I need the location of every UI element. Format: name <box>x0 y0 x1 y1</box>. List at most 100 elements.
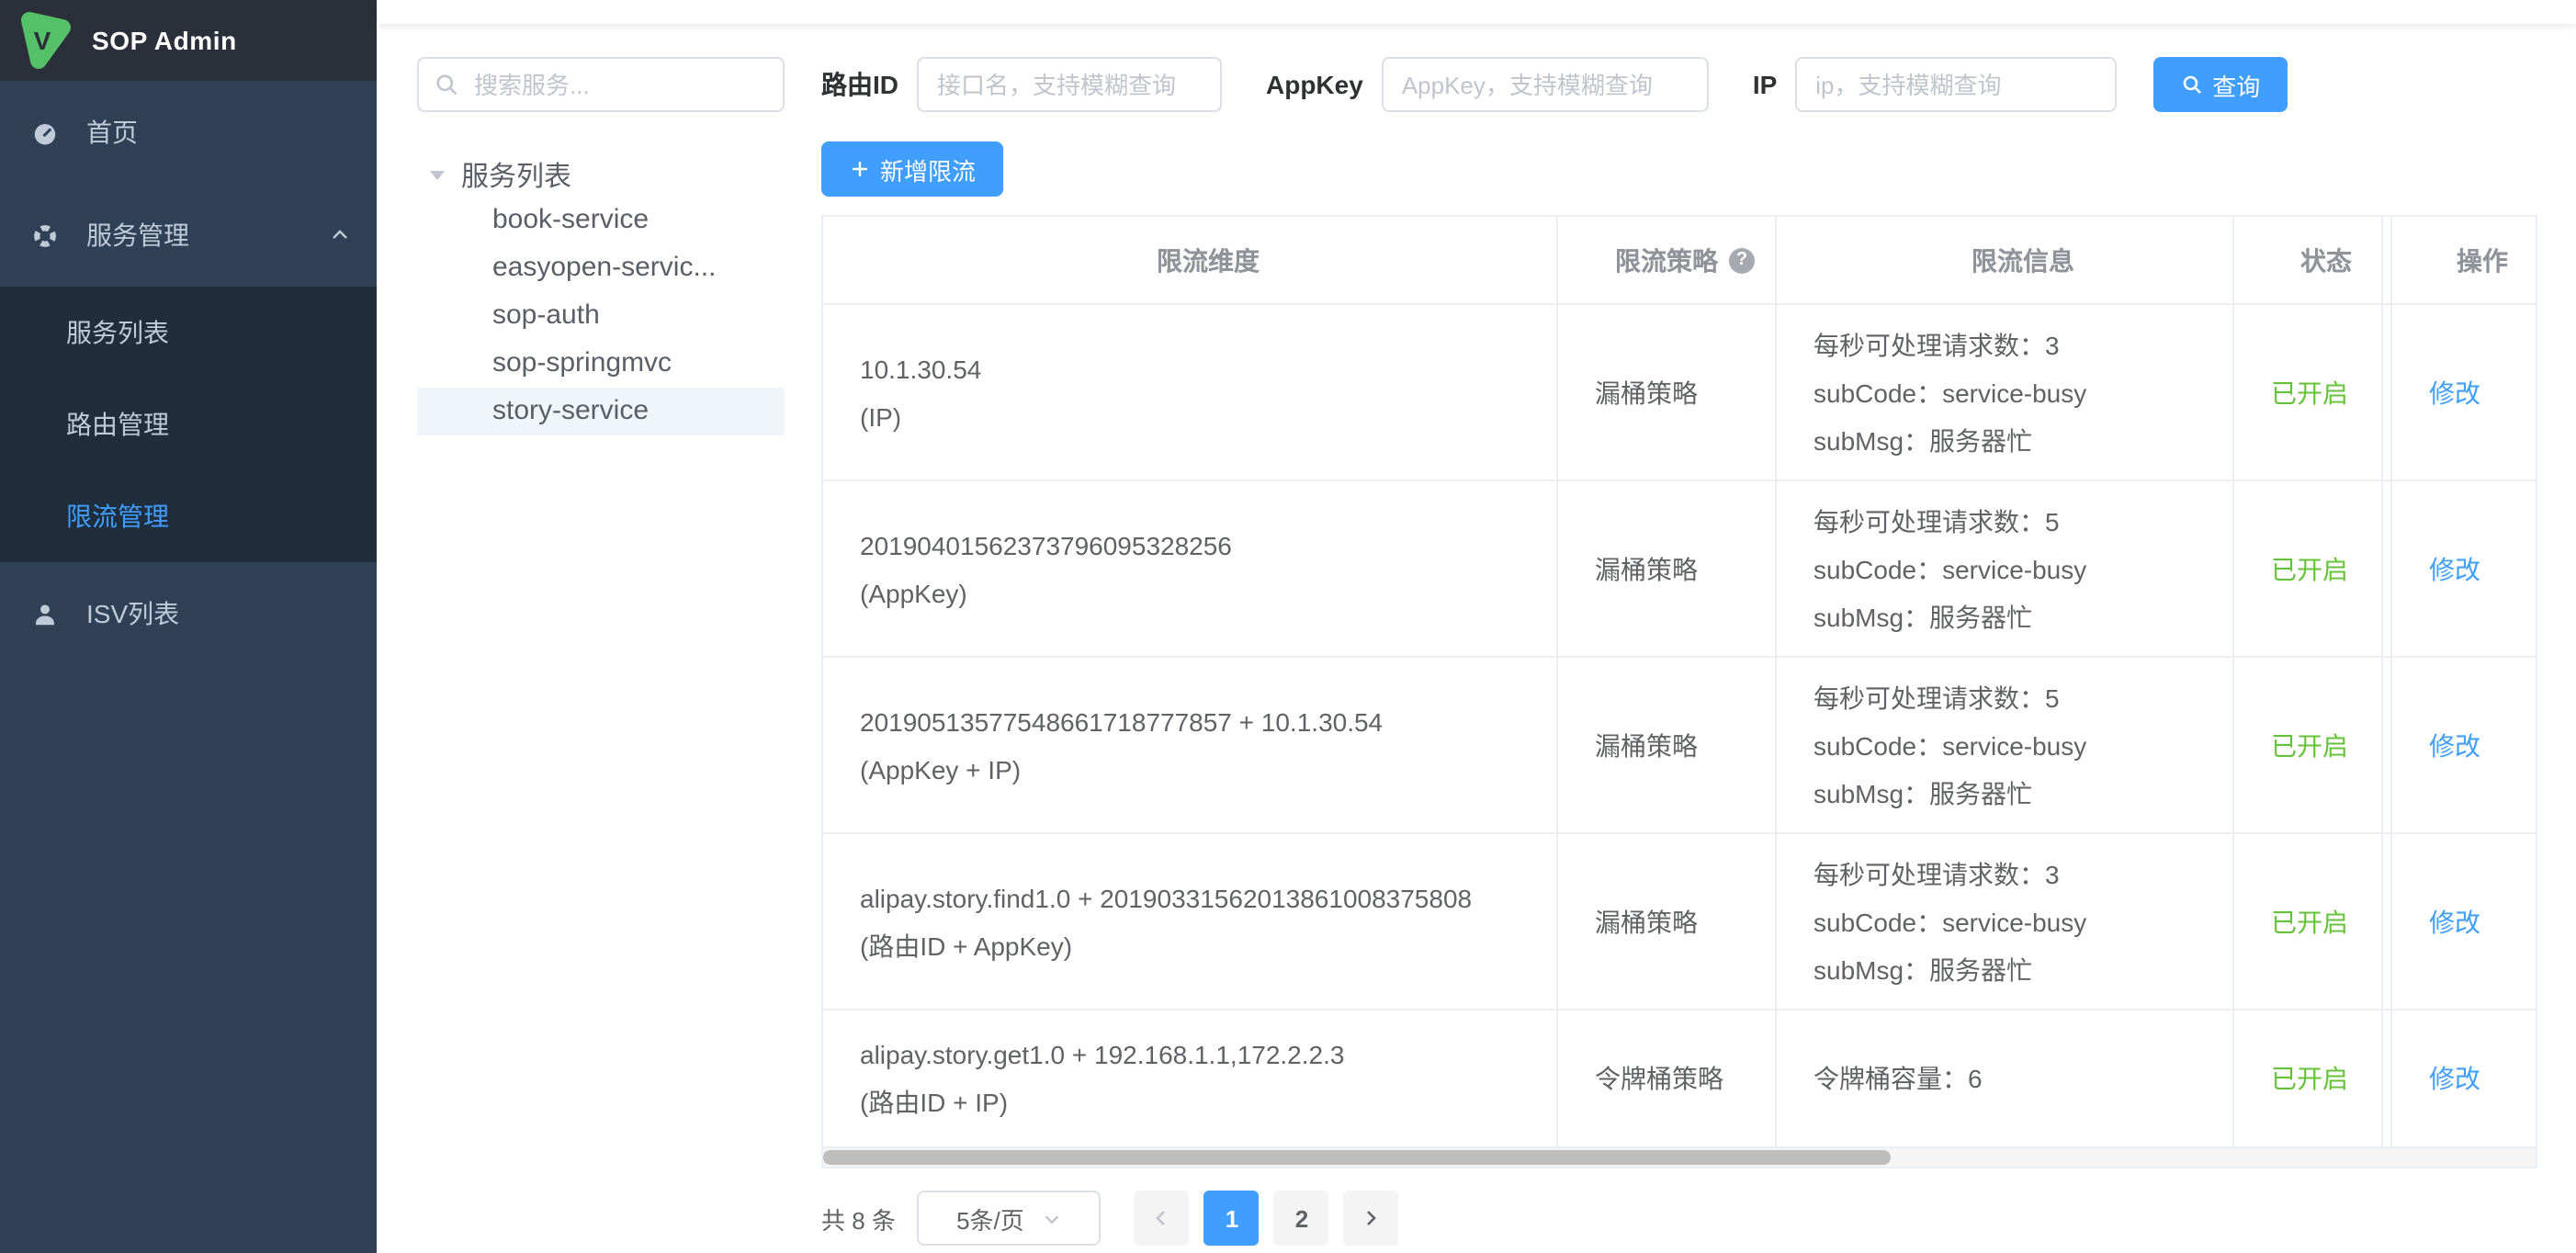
cell-dimension: 20190513577548661718777857 + 10.1.30.54(… <box>823 658 1558 832</box>
query-button[interactable]: 查询 <box>2153 57 2288 112</box>
sidebar-item-home[interactable]: 首页 <box>0 81 377 184</box>
sidebar-item-label: ISV列表 <box>86 595 179 632</box>
horizontal-scrollbar-track <box>823 1148 2536 1167</box>
app-title: SOP Admin <box>92 26 237 55</box>
main-content: 服务列表 book-service easyopen-servic... sop… <box>377 0 2576 1253</box>
service-tree: 服务列表 book-service easyopen-servic... sop… <box>417 152 785 435</box>
tree-item-book-service[interactable]: book-service <box>417 197 785 244</box>
table-row: alipay.story.find1.0 + 20190331562013861… <box>823 834 2536 1010</box>
fixed-column-gap <box>2383 217 2392 303</box>
service-mgmt-submenu: 服务列表 路由管理 限流管理 <box>0 287 377 562</box>
tree-item-sop-springmvc[interactable]: sop-springmvc <box>417 340 785 388</box>
tree-item-easyopen-service[interactable]: easyopen-servic... <box>417 244 785 292</box>
fixed-column-gap <box>2383 481 2392 656</box>
route-id-input[interactable] <box>917 57 1222 112</box>
dashboard-icon <box>31 119 59 146</box>
add-limit-button[interactable]: 新增限流 <box>821 141 1003 197</box>
chevron-down-icon <box>1043 1208 1063 1228</box>
cell-dimension: alipay.story.find1.0 + 20190331562013861… <box>823 834 1558 1009</box>
chevron-up-icon <box>329 222 351 244</box>
sidebar-item-isv-list[interactable]: ISV列表 <box>0 562 377 665</box>
cell-dimension: alipay.story.get1.0 + 192.168.1.1,172.2.… <box>823 1010 1558 1146</box>
sidebar-item-service-mgmt[interactable]: 服务管理 <box>0 184 377 287</box>
fixed-column-gap <box>2383 1010 2392 1146</box>
chevron-right-icon <box>1361 1207 1383 1229</box>
search-icon <box>2181 73 2203 96</box>
status-badge: 已开启 <box>2234 481 2383 656</box>
add-limit-button-label: 新增限流 <box>880 152 976 186</box>
page-button-2[interactable]: 2 <box>1274 1191 1329 1246</box>
sidebar-item-limit-mgmt[interactable]: 限流管理 <box>0 470 377 562</box>
logo-letter: V <box>34 27 51 55</box>
submenu-item-label: 限流管理 <box>66 498 169 535</box>
ip-label: IP <box>1753 70 1777 99</box>
page-size-select[interactable]: 5条/页 <box>918 1191 1102 1246</box>
horizontal-scrollbar-thumb[interactable] <box>823 1150 1891 1165</box>
cell-info: 每秒可处理请求数：3subCode：service-busysubMsg：服务器… <box>1777 834 2234 1009</box>
cell-info: 令牌桶容量：6 <box>1777 1010 2234 1146</box>
table-row: 10.1.30.54(IP) 漏桶策略 每秒可处理请求数：3subCode：se… <box>823 305 2536 481</box>
cell-info: 每秒可处理请求数：3subCode：service-busysubMsg：服务器… <box>1777 305 2234 480</box>
fixed-column-gap <box>2383 658 2392 832</box>
limit-mgmt-page: 服务列表 book-service easyopen-servic... sop… <box>377 24 2576 1246</box>
ip-input[interactable] <box>1795 57 2117 112</box>
app-root: V SOP Admin 首页 服务管理 <box>0 0 2576 1253</box>
submenu-item-label: 服务列表 <box>66 314 169 351</box>
fixed-column-gap <box>2383 834 2392 1009</box>
table-row: 20190513577548661718777857 + 10.1.30.54(… <box>823 658 2536 834</box>
cell-strategy: 令牌桶策略 <box>1558 1010 1777 1146</box>
table-row: alipay.story.get1.0 + 192.168.1.1,172.2.… <box>823 1010 2536 1148</box>
edit-link[interactable]: 修改 <box>2392 481 2536 656</box>
prev-page-button[interactable] <box>1135 1191 1190 1246</box>
service-search-input[interactable] <box>417 57 785 112</box>
cell-dimension: 10.1.30.54(IP) <box>823 305 1558 480</box>
status-badge: 已开启 <box>2234 834 2383 1009</box>
cell-info: 每秒可处理请求数：5subCode：service-busysubMsg：服务器… <box>1777 658 2234 832</box>
edit-link[interactable]: 修改 <box>2392 305 2536 480</box>
appkey-label: AppKey <box>1266 70 1363 99</box>
col-header-strategy: 限流策略 ? <box>1558 217 1777 303</box>
sidebar-nav: 首页 服务管理 服务列表 路由管理 限流管理 <box>0 81 377 665</box>
cell-strategy: 漏桶策略 <box>1558 834 1777 1009</box>
cell-strategy: 漏桶策略 <box>1558 481 1777 656</box>
query-button-label: 查询 <box>2212 67 2260 102</box>
status-badge: 已开启 <box>2234 658 2383 832</box>
sidebar-item-route-mgmt[interactable]: 路由管理 <box>0 378 377 470</box>
help-question-icon[interactable]: ? <box>1729 247 1755 273</box>
edit-link[interactable]: 修改 <box>2392 834 2536 1009</box>
edit-link[interactable]: 修改 <box>2392 1010 2536 1146</box>
table-row: 20190401562373796095328256(AppKey) 漏桶策略 … <box>823 481 2536 658</box>
sidebar-item-label: 服务管理 <box>86 217 189 254</box>
table-header: 限流维度 限流策略 ? 限流信息 状态 操作 <box>823 217 2536 305</box>
service-search <box>417 57 785 112</box>
filter-bar: 路由ID AppKey IP 查询 <box>821 57 2536 112</box>
cell-dimension: 20190401562373796095328256(AppKey) <box>823 481 1558 656</box>
submenu-item-label: 路由管理 <box>66 406 169 443</box>
caret-down-icon <box>430 170 445 179</box>
sidebar-item-label: 首页 <box>86 114 138 151</box>
tree-item-story-service[interactable]: story-service <box>417 388 785 435</box>
next-page-button[interactable] <box>1344 1191 1399 1246</box>
limit-table: 限流维度 限流策略 ? 限流信息 状态 操作 10.1.30.54(IP) 漏桶… <box>821 215 2537 1168</box>
logo-bar: V SOP Admin <box>0 0 377 81</box>
col-header-dimension: 限流维度 <box>823 217 1558 303</box>
tree-root-services[interactable]: 服务列表 <box>417 152 785 197</box>
tree-root-label: 服务列表 <box>461 155 571 194</box>
app-logo-icon: V <box>15 11 73 70</box>
edit-link[interactable]: 修改 <box>2392 658 2536 832</box>
page-size-value: 5条/页 <box>956 1201 1024 1236</box>
sidebar: V SOP Admin 首页 服务管理 <box>0 0 377 1253</box>
appkey-input[interactable] <box>1382 57 1709 112</box>
pagination: 共 8 条 5条/页 1 2 <box>821 1191 2536 1246</box>
top-navbar <box>377 0 2576 24</box>
status-badge: 已开启 <box>2234 1010 2383 1146</box>
page-button-1[interactable]: 1 <box>1204 1191 1260 1246</box>
tree-item-sop-auth[interactable]: sop-auth <box>417 292 785 340</box>
component-icon <box>31 221 59 249</box>
cell-info: 每秒可处理请求数：5subCode：service-busysubMsg：服务器… <box>1777 481 2234 656</box>
chevron-left-icon <box>1151 1207 1173 1229</box>
col-header-status: 状态 <box>2234 217 2383 303</box>
service-tree-panel: 服务列表 book-service easyopen-servic... sop… <box>417 57 785 1246</box>
sidebar-item-service-list[interactable]: 服务列表 <box>0 287 377 378</box>
limit-main-panel: 路由ID AppKey IP 查询 <box>821 57 2536 1246</box>
